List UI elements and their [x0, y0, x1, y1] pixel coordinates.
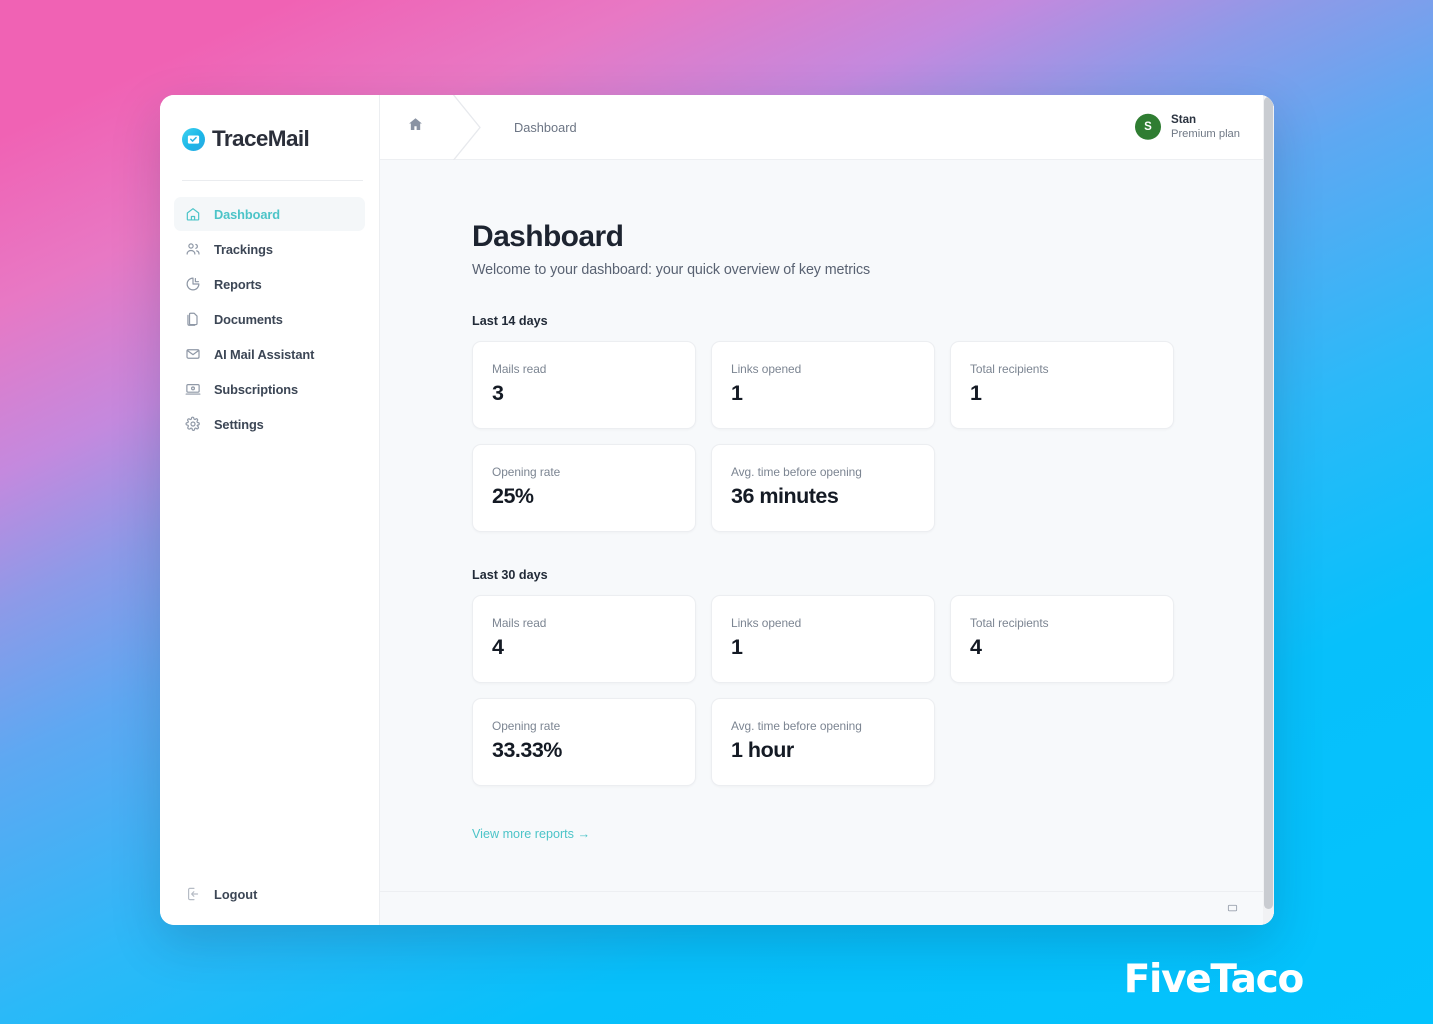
- sidebar-item-label: Reports: [214, 276, 262, 292]
- logout-icon: [184, 886, 201, 903]
- metric-card[interactable]: Mails read 4: [472, 595, 696, 683]
- metric-value: 1: [731, 635, 743, 659]
- main-inner: Dashboard Welcome to your dashboard: you…: [380, 160, 1274, 843]
- sidebar-item-trackings[interactable]: Trackings: [174, 232, 365, 266]
- home-icon: [407, 116, 424, 138]
- metric-card-row: Opening rate 25% Avg. time before openin…: [472, 444, 1274, 532]
- topbar: Dashboard S Stan Premium plan: [380, 95, 1274, 160]
- sidebar-item-reports[interactable]: Reports: [174, 267, 365, 301]
- footer: [380, 891, 1274, 925]
- sidebar-item-documents[interactable]: Documents: [174, 302, 365, 336]
- metric-value: 36 minutes: [731, 484, 839, 508]
- breadcrumb-separator-icon: [450, 95, 486, 160]
- metric-label: Opening rate: [492, 465, 561, 479]
- scrollbar-thumb[interactable]: [1264, 97, 1273, 909]
- sidebar-item-label: Dashboard: [214, 206, 280, 222]
- content-column: Dashboard S Stan Premium plan Dashboard …: [380, 95, 1274, 925]
- metric-label: Links opened: [731, 616, 802, 630]
- metric-card[interactable]: Total recipients 1: [950, 341, 1174, 429]
- metric-card-row: Mails read 4 Links opened 1 Total recipi…: [472, 595, 1274, 683]
- envelope-icon: [184, 346, 201, 363]
- page-title: Dashboard: [472, 220, 624, 253]
- metric-value: 4: [970, 635, 982, 659]
- section-label-last-30-days: Last 30 days: [472, 568, 548, 582]
- metric-card[interactable]: Mails read 3: [472, 341, 696, 429]
- sidebar-item-subscriptions[interactable]: Subscriptions: [174, 372, 365, 406]
- user-menu[interactable]: S Stan Premium plan: [1134, 113, 1240, 141]
- metric-value: 1 hour: [731, 738, 794, 762]
- sidebar-item-label: Subscriptions: [214, 381, 299, 397]
- users-icon: [184, 241, 201, 258]
- metric-card-row: Mails read 3 Links opened 1 Total recipi…: [472, 341, 1274, 429]
- page-subtitle: Welcome to your dashboard: your quick ov…: [472, 262, 871, 278]
- breadcrumb-current[interactable]: Dashboard: [514, 120, 577, 135]
- avatar: S: [1134, 113, 1161, 140]
- metric-value: 33.33%: [492, 738, 562, 762]
- user-info: Stan Premium plan: [1171, 113, 1240, 141]
- section-label-last-14-days: Last 14 days: [472, 314, 548, 328]
- sidebar: TraceMail Dashboard Trackings Reports Do…: [160, 95, 380, 925]
- fivetaco-watermark: FiveTaco: [1123, 957, 1305, 1002]
- documents-icon: [184, 311, 201, 328]
- metric-label: Links opened: [731, 362, 802, 376]
- card-terminal-icon: [184, 381, 201, 398]
- metric-card[interactable]: Total recipients 4: [950, 595, 1174, 683]
- metric-value: 25%: [492, 484, 534, 508]
- logout-button[interactable]: Logout: [160, 877, 379, 911]
- window-scrollbar[interactable]: [1263, 95, 1274, 925]
- metric-value: 1: [731, 381, 743, 405]
- metric-card[interactable]: Opening rate 25%: [472, 444, 696, 532]
- sidebar-item-label: AI Mail Assistant: [214, 346, 315, 362]
- metric-label: Opening rate: [492, 719, 561, 733]
- sidebar-item-dashboard[interactable]: Dashboard: [174, 197, 365, 231]
- metric-label: Avg. time before opening: [731, 465, 862, 479]
- metric-card[interactable]: Avg. time before opening 36 minutes: [711, 444, 935, 532]
- metric-card-row: Opening rate 33.33% Avg. time before ope…: [472, 698, 1274, 786]
- metric-value: 1: [970, 381, 982, 405]
- sidebar-item-label: Trackings: [214, 241, 273, 257]
- metric-label: Total recipients: [970, 362, 1049, 376]
- metric-card[interactable]: Links opened 1: [711, 341, 935, 429]
- sidebar-item-label: Documents: [214, 311, 283, 327]
- sidebar-item-settings[interactable]: Settings: [174, 407, 365, 441]
- envelope-check-icon: [182, 127, 205, 151]
- metric-label: Avg. time before opening: [731, 719, 862, 733]
- sidebar-nav: Dashboard Trackings Reports Documents AI…: [160, 181, 379, 441]
- metric-value: 4: [492, 635, 504, 659]
- metric-label: Total recipients: [970, 616, 1049, 630]
- metric-label: Mails read: [492, 616, 547, 630]
- view-more-reports-link[interactable]: View more reports →: [472, 827, 590, 841]
- home-icon: [184, 206, 201, 223]
- sidebar-item-ai-mail-assistant[interactable]: AI Mail Assistant: [174, 337, 365, 371]
- metric-card[interactable]: Opening rate 33.33%: [472, 698, 696, 786]
- logout-label: Logout: [214, 886, 258, 902]
- user-plan: Premium plan: [1170, 128, 1240, 141]
- metric-card[interactable]: Avg. time before opening 1 hour: [711, 698, 935, 786]
- metric-value: 3: [492, 381, 504, 405]
- gear-icon: [184, 416, 201, 433]
- breadcrumb-home-button[interactable]: [380, 116, 450, 138]
- app-window: TraceMail Dashboard Trackings Reports Do…: [160, 95, 1274, 925]
- chat-icon: [1227, 903, 1238, 914]
- metric-label: Mails read: [492, 362, 547, 376]
- brand-name: TraceMail: [212, 126, 310, 151]
- footer-help[interactable]: [1227, 903, 1244, 914]
- metric-card[interactable]: Links opened 1: [711, 595, 935, 683]
- brand-logo[interactable]: TraceMail: [160, 113, 379, 159]
- user-name: Stan: [1170, 112, 1197, 126]
- pie-chart-icon: [184, 276, 201, 293]
- sidebar-item-label: Settings: [214, 416, 264, 432]
- main-content: Dashboard Welcome to your dashboard: you…: [380, 160, 1274, 891]
